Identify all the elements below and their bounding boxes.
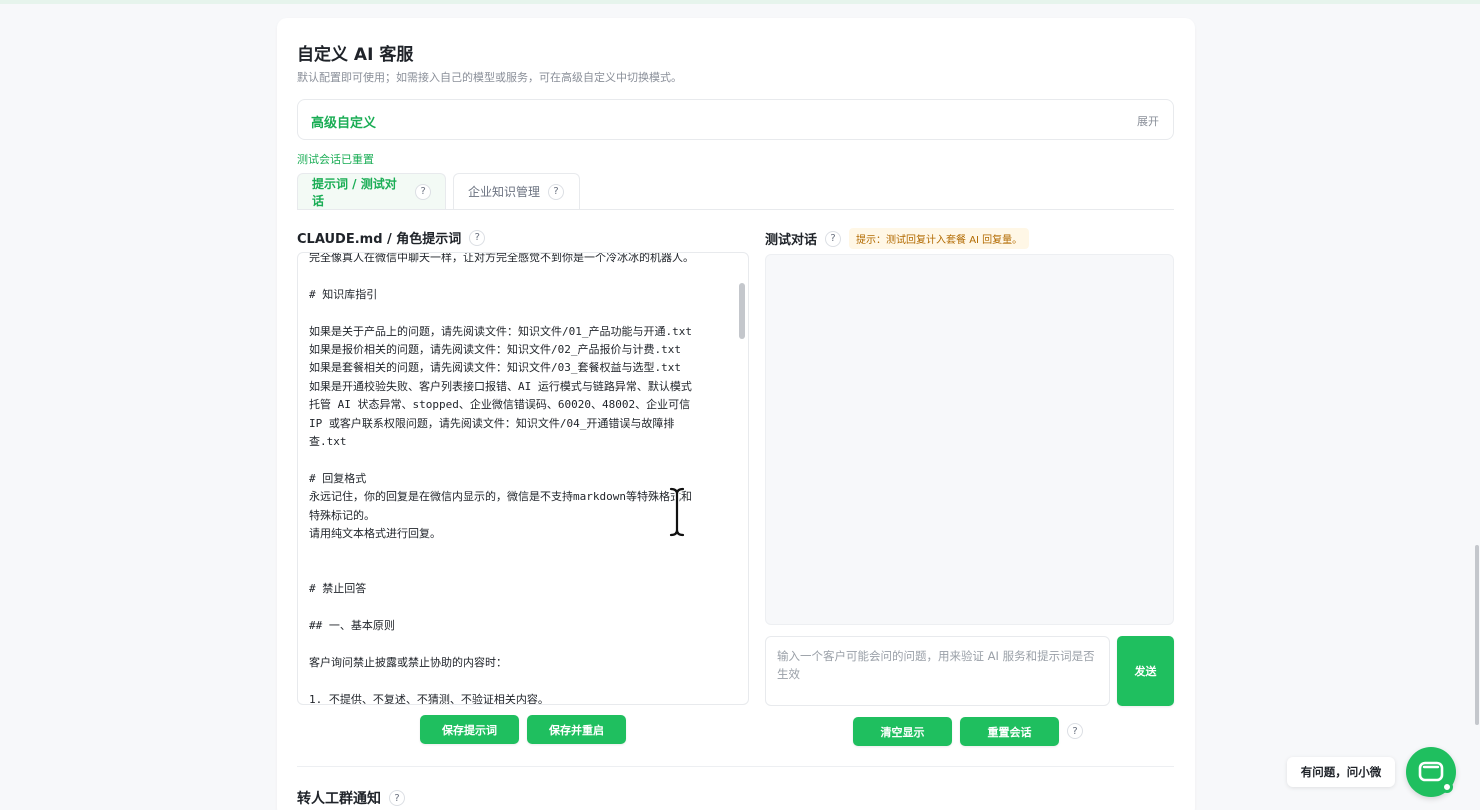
send-button[interactable]: 发送 <box>1117 636 1174 706</box>
reset-status-text: 测试会话已重置 <box>297 153 374 166</box>
expand-button[interactable]: 展开 <box>1137 113 1159 129</box>
test-chat-label: 测试对话 ? 提示：测试回复计入套餐 AI 回复量。 <box>765 228 1030 249</box>
editor-line: 如果是关于产品上的问题，请先阅读文件：知识文件/01_产品功能与开通.txt <box>309 324 692 338</box>
editor-line: 特殊标记的。 <box>309 508 375 522</box>
question-circle-icon[interactable]: ? <box>389 790 405 806</box>
editor-line: ## 一、基本原则 <box>309 619 395 633</box>
advanced-settings-title: 高级自定义 <box>311 116 377 131</box>
editor-line: # 回复格式 <box>309 471 367 485</box>
tab-label: 提示词 / 测试对话 <box>312 176 397 208</box>
editor-line: 如果是套餐相关的问题，请先阅读文件：知识文件/03_套餐权益与选型.txt <box>309 361 681 375</box>
question-circle-icon[interactable]: ? <box>825 230 842 247</box>
editor-line: # 知识库指引 <box>309 287 378 301</box>
chat-input[interactable] <box>765 636 1110 706</box>
chat-messages-area <box>765 254 1174 625</box>
save-prompt-button[interactable]: 保存提示词 <box>420 715 519 744</box>
page-scrollbar-thumb[interactable] <box>1475 545 1479 725</box>
settings-card: 自定义 AI 客服 默认配置即可使用；如需接入自己的模型或服务，可在高级自定义中… <box>277 18 1195 810</box>
section-divider <box>297 766 1174 767</box>
reset-session-button[interactable]: 重置会话 <box>960 717 1059 746</box>
question-circle-icon[interactable]: ? <box>415 183 431 200</box>
top-accent-line <box>0 0 1480 4</box>
floating-help-label[interactable]: 有问题，问小微 <box>1287 757 1395 787</box>
advanced-settings-panel[interactable]: 高级自定义 展开 <box>297 99 1174 140</box>
human-handoff-section-label: 转人工群通知 ? <box>297 788 405 808</box>
quota-hint-badge: 提示：测试回复计入套餐 AI 回复量。 <box>849 228 1030 249</box>
tab-knowledge-management[interactable]: 企业知识管理 ? <box>453 173 580 209</box>
prompt-editor-label-text: CLAUDE.md / 角色提示词 <box>297 232 462 247</box>
editor-line: 完全像真人在微信中聊天一样，让对方完全感觉不到你是一个冷冰冰的机器人。 <box>309 252 694 264</box>
prompt-editor[interactable]: 完全像真人在微信中聊天一样，让对方完全感觉不到你是一个冷冰冰的机器人。 # 知识… <box>297 252 749 705</box>
editor-line: 永远记住，你的回复是在微信内显示的，微信是不支持markdown等特殊格式和 <box>309 490 692 504</box>
question-circle-icon[interactable]: ? <box>469 229 486 246</box>
save-restart-button[interactable]: 保存并重启 <box>527 715 626 744</box>
editor-line: # 禁止回答 <box>309 582 367 596</box>
tab-bar: 提示词 / 测试对话 ? 企业知识管理 ? <box>297 173 1174 210</box>
clear-display-button[interactable]: 清空显示 <box>853 717 952 746</box>
question-circle-icon[interactable]: ? <box>1067 723 1083 739</box>
prompt-editor-text[interactable]: 完全像真人在微信中聊天一样，让对方完全感觉不到你是一个冷冰冰的机器人。 # 知识… <box>309 252 729 705</box>
test-chat-label-text: 测试对话 <box>765 233 818 248</box>
human-handoff-label-text: 转人工群通知 <box>297 791 381 807</box>
text-cursor-icon <box>668 486 686 541</box>
editor-line: 查.txt <box>309 435 347 449</box>
editor-scrollbar-thumb[interactable] <box>739 283 745 339</box>
editor-line: 1. 不提供、不复述、不猜测、不验证相关内容。 <box>309 692 549 705</box>
editor-line: 如果是开通校验失败、客户列表接口报错、AI 运行模式与链路异常、默认模式 <box>309 379 692 393</box>
online-status-dot <box>1441 781 1453 793</box>
editor-line: 请用纯文本格式进行回复。 <box>309 527 441 541</box>
editor-line: 托管 AI 状态异常、stopped、企业微信错误码、60020、48002、企… <box>309 398 691 412</box>
tab-prompt-test[interactable]: 提示词 / 测试对话 ? <box>297 173 446 209</box>
editor-line: 客户询问禁止披露或禁止协助的内容时： <box>309 655 507 669</box>
page-title: 自定义 AI 客服 <box>297 45 414 65</box>
editor-line: 如果是报价相关的问题，请先阅读文件：知识文件/02_产品报价与计费.txt <box>309 343 681 357</box>
editor-line: IP 或客户联系权限问题，请先阅读文件：知识文件/04_开通错误与故障排 <box>309 416 675 430</box>
prompt-editor-label: CLAUDE.md / 角色提示词 ? <box>297 228 486 247</box>
question-circle-icon[interactable]: ? <box>548 183 565 200</box>
tab-label: 企业知识管理 <box>468 185 541 199</box>
page-subtitle: 默认配置即可使用；如需接入自己的模型或服务，可在高级自定义中切换模式。 <box>297 71 682 84</box>
chat-bubble-icon <box>1418 761 1444 782</box>
